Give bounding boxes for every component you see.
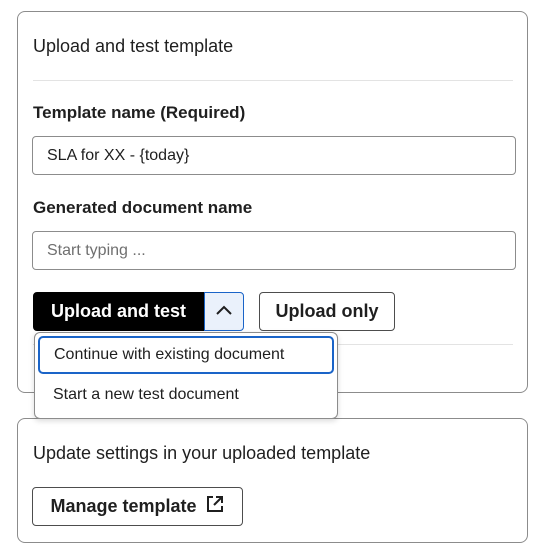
settings-panel-title: Update settings in your uploaded templat…	[33, 443, 371, 463]
manage-template-button[interactable]: Manage template	[32, 487, 243, 526]
upload-and-test-button[interactable]: Upload and test	[33, 292, 204, 331]
chevron-up-icon	[215, 304, 233, 319]
start-new-test-document-option[interactable]: Start a new test document	[38, 376, 334, 414]
upload-only-button[interactable]: Upload only	[259, 292, 395, 331]
template-name-label: Template name (Required)	[33, 103, 246, 122]
update-settings-panel: Update settings in your uploaded templat…	[17, 418, 528, 543]
generated-document-name-label: Generated document name	[33, 198, 253, 217]
continue-existing-document-option[interactable]: Continue with existing document	[38, 336, 334, 374]
template-name-input[interactable]	[32, 136, 516, 175]
manage-template-label: Manage template	[50, 496, 197, 516]
divider	[33, 80, 513, 81]
upload-options-toggle-button[interactable]	[204, 292, 244, 331]
upload-options-dropdown: Continue with existing document Start a …	[34, 332, 338, 419]
external-link-icon	[205, 494, 225, 519]
panel-title: Upload and test template	[33, 36, 234, 56]
generated-document-name-input[interactable]	[32, 231, 516, 270]
